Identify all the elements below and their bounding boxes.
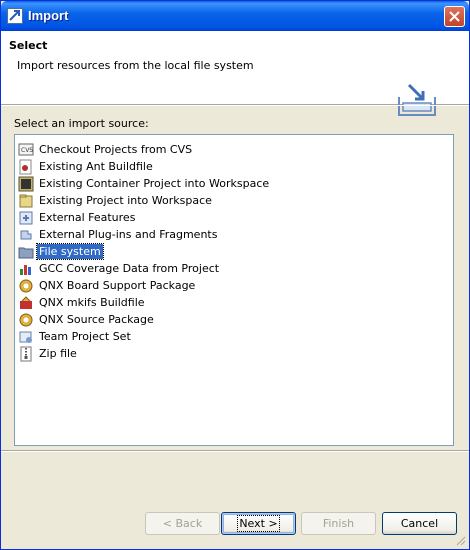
header-separator	[1, 105, 469, 106]
list-item-zip-file[interactable]: Zip file	[18, 345, 79, 362]
import-dialog: Import Select Import resources from the …	[0, 0, 470, 550]
list-item-cvs[interactable]: CVS Checkout Projects from CVS	[18, 141, 194, 158]
button-bar-separator	[1, 450, 469, 452]
plugin-icon	[20, 230, 32, 239]
list-item-label: Existing Ant Buildfile	[39, 160, 153, 173]
list-item-label: QNX mkifs Buildfile	[39, 296, 145, 309]
list-item-qnx-mkifs[interactable]: QNX mkifs Buildfile	[18, 294, 147, 311]
list-item-label: Existing Container Project into Workspac…	[39, 177, 270, 190]
cancel-button-label: Cancel	[400, 517, 439, 530]
folder-icon	[18, 247, 34, 258]
import-source-label: Select an import source:	[14, 117, 149, 130]
list-item-file-system[interactable]: File system	[18, 243, 104, 260]
page-title: Select	[9, 39, 48, 52]
finish-button-label: Finish	[322, 517, 355, 530]
list-item-label: Existing Project into Workspace	[39, 194, 212, 207]
list-item-qnx-source[interactable]: QNX Source Package	[18, 311, 156, 328]
list-item-features[interactable]: External Features	[18, 209, 137, 226]
list-item-project[interactable]: Existing Project into Workspace	[18, 192, 214, 209]
window-title: Import	[28, 8, 69, 23]
cvs-icon: CVS	[18, 143, 34, 155]
container-project-icon	[18, 176, 34, 191]
project-icon	[19, 194, 33, 207]
zip-icon	[20, 346, 32, 361]
list-item-label: Team Project Set	[39, 330, 131, 343]
resize-grip-icon[interactable]	[454, 534, 466, 546]
list-item-team-project-set[interactable]: Team Project Set	[18, 328, 133, 345]
finish-button[interactable]: Finish	[301, 512, 376, 535]
list-item-ant[interactable]: Existing Ant Buildfile	[18, 158, 155, 175]
close-button[interactable]	[444, 6, 465, 27]
import-wizard-icon	[7, 8, 23, 24]
cancel-button[interactable]: Cancel	[382, 512, 457, 535]
list-item-label: External Plug-ins and Fragments	[39, 228, 218, 241]
qnx-source-icon	[19, 313, 33, 326]
list-item-label: Zip file	[39, 347, 77, 360]
team-project-icon	[19, 331, 32, 343]
list-item-qnx-bsp[interactable]: QNX Board Support Package	[18, 277, 197, 294]
list-item-label: QNX Source Package	[39, 313, 154, 326]
back-button-label: < Back	[162, 517, 203, 530]
list-item-label: GCC Coverage Data from Project	[39, 262, 220, 275]
title-bar[interactable]: Import	[1, 1, 469, 31]
list-item-label: Checkout Projects from CVS	[39, 143, 193, 156]
back-button[interactable]: < Back	[145, 512, 220, 535]
import-source-list[interactable]: CVS Checkout Projects from CVS Existing …	[14, 134, 454, 446]
list-item-container-project[interactable]: Existing Container Project into Workspac…	[18, 175, 271, 192]
list-item-label: File system	[36, 243, 104, 260]
list-item-label: External Features	[39, 211, 136, 224]
next-button[interactable]: Next >	[221, 512, 296, 535]
next-button-label: Next >	[237, 515, 280, 532]
wizard-header: Select Import resources from the local f…	[1, 31, 469, 116]
list-item-gcc-coverage[interactable]: GCC Coverage Data from Project	[18, 260, 221, 277]
qnx-buildfile-icon	[20, 295, 32, 309]
list-item-label: QNX Board Support Package	[39, 279, 196, 292]
close-icon	[449, 11, 460, 22]
page-description: Import resources from the local file sys…	[17, 59, 254, 72]
list-item-plugins[interactable]: External Plug-ins and Fragments	[18, 226, 219, 243]
import-tray-icon	[398, 83, 436, 116]
ant-icon	[19, 159, 32, 174]
coverage-chart-icon	[20, 264, 31, 275]
qnx-package-icon	[19, 279, 33, 292]
svg-text:CVS: CVS	[21, 147, 33, 154]
features-icon	[19, 211, 33, 224]
